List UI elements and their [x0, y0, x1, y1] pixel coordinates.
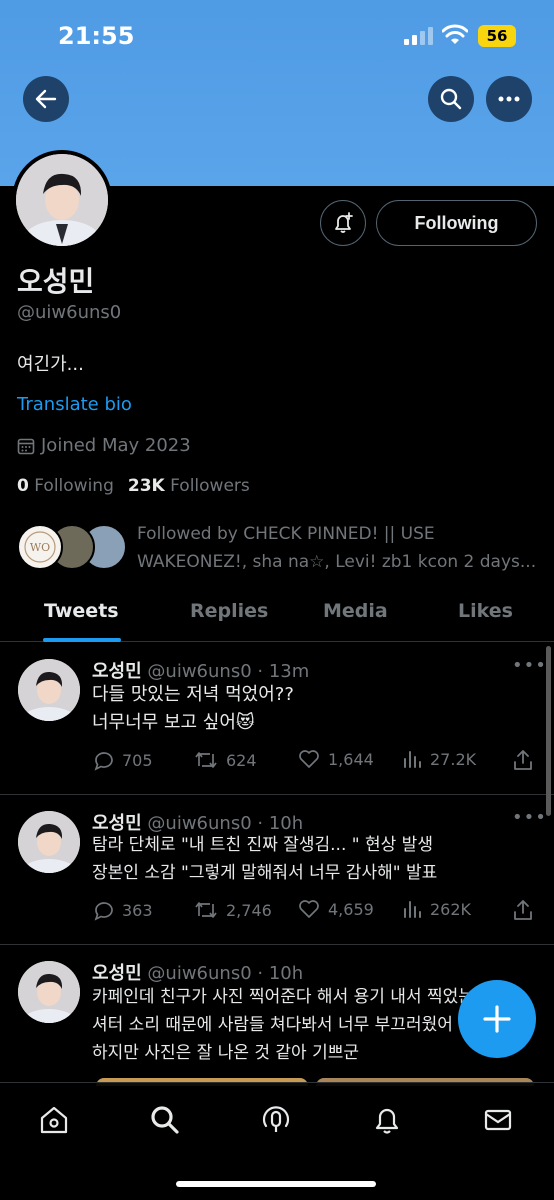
tweet-more-button[interactable]: •••	[512, 807, 547, 828]
reply-button[interactable]: 363	[92, 899, 153, 921]
status-time: 21:55	[58, 22, 135, 50]
retweet-icon	[195, 902, 217, 918]
plus-icon	[483, 1005, 511, 1033]
share-button[interactable]	[513, 899, 533, 921]
profile-handle: @uiw6uns0	[17, 302, 122, 323]
search-icon	[151, 1106, 179, 1134]
wifi-icon	[442, 24, 468, 44]
follow-counts: 0 Following 23K Followers	[17, 476, 250, 496]
nav-home[interactable]	[37, 1103, 71, 1137]
svg-text:WO: WO	[30, 541, 50, 554]
share-icon	[514, 750, 532, 770]
more-icon	[498, 96, 520, 102]
followed-by-row[interactable]: WO Followed by CHECK PINNED! || USE WAKE…	[17, 520, 537, 575]
tweet-author-name: 오성민	[92, 661, 142, 682]
tweet-avatar[interactable]	[18, 811, 80, 873]
nav-messages[interactable]	[481, 1103, 515, 1137]
compose-tweet-button[interactable]	[458, 980, 536, 1058]
views-button[interactable]: 262K	[402, 899, 471, 919]
notify-button[interactable]	[320, 200, 366, 246]
profile-bio: 여긴가...	[17, 354, 84, 375]
tab-tweets[interactable]: Tweets	[44, 600, 119, 622]
tweet-header: 오성민 @uiw6uns0 · 10h	[92, 959, 303, 985]
tweet[interactable]: 오성민 @uiw6uns0 · 10h ••• 탐라 단체로 "내 트친 진짜 …	[0, 795, 554, 945]
share-button[interactable]	[513, 749, 533, 771]
tweet-author-name: 오성민	[92, 963, 142, 984]
followers-count-link[interactable]: 23K Followers	[128, 476, 250, 496]
like-button[interactable]: 1,644	[298, 749, 374, 769]
tweet-text: 다들 맛있는 저녁 먹었어?? 너무너무 보고 싶어😻	[92, 684, 294, 733]
tab-replies[interactable]: Replies	[190, 600, 268, 622]
reply-icon	[94, 752, 113, 771]
active-tab-indicator	[43, 638, 121, 642]
retweet-button[interactable]: 624	[194, 749, 257, 771]
heart-icon	[299, 900, 319, 918]
battery-indicator: 56	[478, 25, 516, 47]
messages-icon	[484, 1109, 512, 1131]
home-icon	[40, 1106, 68, 1134]
spaces-icon	[262, 1106, 290, 1132]
nav-spaces[interactable]	[259, 1103, 293, 1137]
tweet-avatar[interactable]	[18, 659, 80, 721]
heart-icon	[299, 750, 319, 768]
tweet-meta: @uiw6uns0 · 13m	[147, 661, 310, 682]
tweet-header: 오성민 @uiw6uns0 · 13m	[92, 657, 309, 683]
arrow-left-icon	[35, 89, 57, 109]
tweet-text: 탐라 단체로 "내 트친 진짜 잘생김... " 현상 발생 장본인 소감 "그…	[92, 835, 438, 883]
followed-by-text: Followed by CHECK PINNED! || USE WAKEONE…	[137, 524, 537, 572]
like-button[interactable]: 4,659	[298, 899, 374, 919]
tweet-more-button[interactable]: •••	[512, 655, 547, 676]
tweet-avatar[interactable]	[18, 961, 80, 1023]
back-button[interactable]	[23, 76, 69, 122]
scrollbar[interactable]	[546, 646, 551, 816]
calendar-icon	[17, 438, 35, 454]
profile-tabs: Tweets Replies Media Likes	[0, 590, 554, 642]
profile-avatar[interactable]	[12, 150, 112, 250]
share-icon	[514, 900, 532, 920]
tweet-actions: 363 2,746 4,659 262K	[92, 899, 540, 925]
tab-media[interactable]: Media	[323, 600, 388, 622]
reply-button[interactable]: 705	[92, 749, 153, 771]
search-button[interactable]	[428, 76, 474, 122]
tab-likes[interactable]: Likes	[458, 600, 513, 622]
bell-plus-icon	[335, 212, 353, 233]
tweet-meta: @uiw6uns0 · 10h	[147, 963, 304, 984]
retweet-button[interactable]: 2,746	[194, 899, 272, 921]
avatar-photo	[16, 154, 108, 246]
search-icon	[440, 88, 462, 110]
joined-text: Joined May 2023	[41, 435, 191, 456]
tweet[interactable]: 오성민 @uiw6uns0 · 13m ••• 다들 맛있는 저녁 먹었어?? …	[0, 643, 554, 795]
views-icon	[404, 901, 421, 918]
follower-avatar-1: WO	[17, 524, 63, 570]
retweet-icon	[195, 752, 217, 768]
following-button[interactable]: Following	[376, 200, 537, 246]
translate-bio-link[interactable]: Translate bio	[17, 394, 132, 415]
following-count-link[interactable]: 0 Following	[17, 476, 114, 496]
nav-notifications[interactable]	[370, 1103, 404, 1137]
views-icon	[404, 751, 421, 768]
reply-icon	[94, 902, 113, 921]
cellular-signal-icon	[404, 27, 433, 45]
profile-display-name: 오성민	[17, 265, 95, 298]
notifications-icon	[375, 1108, 399, 1134]
home-indicator	[176, 1181, 376, 1187]
status-bar: 21:55 56	[0, 0, 554, 70]
nav-search[interactable]	[148, 1103, 182, 1137]
views-button[interactable]: 27.2K	[402, 749, 476, 769]
more-button[interactable]	[486, 76, 532, 122]
joined-date: Joined May 2023	[17, 435, 191, 456]
tweet-actions: 705 624 1,644 27.2K	[92, 749, 540, 775]
wo-logo-icon: WO	[24, 531, 56, 563]
